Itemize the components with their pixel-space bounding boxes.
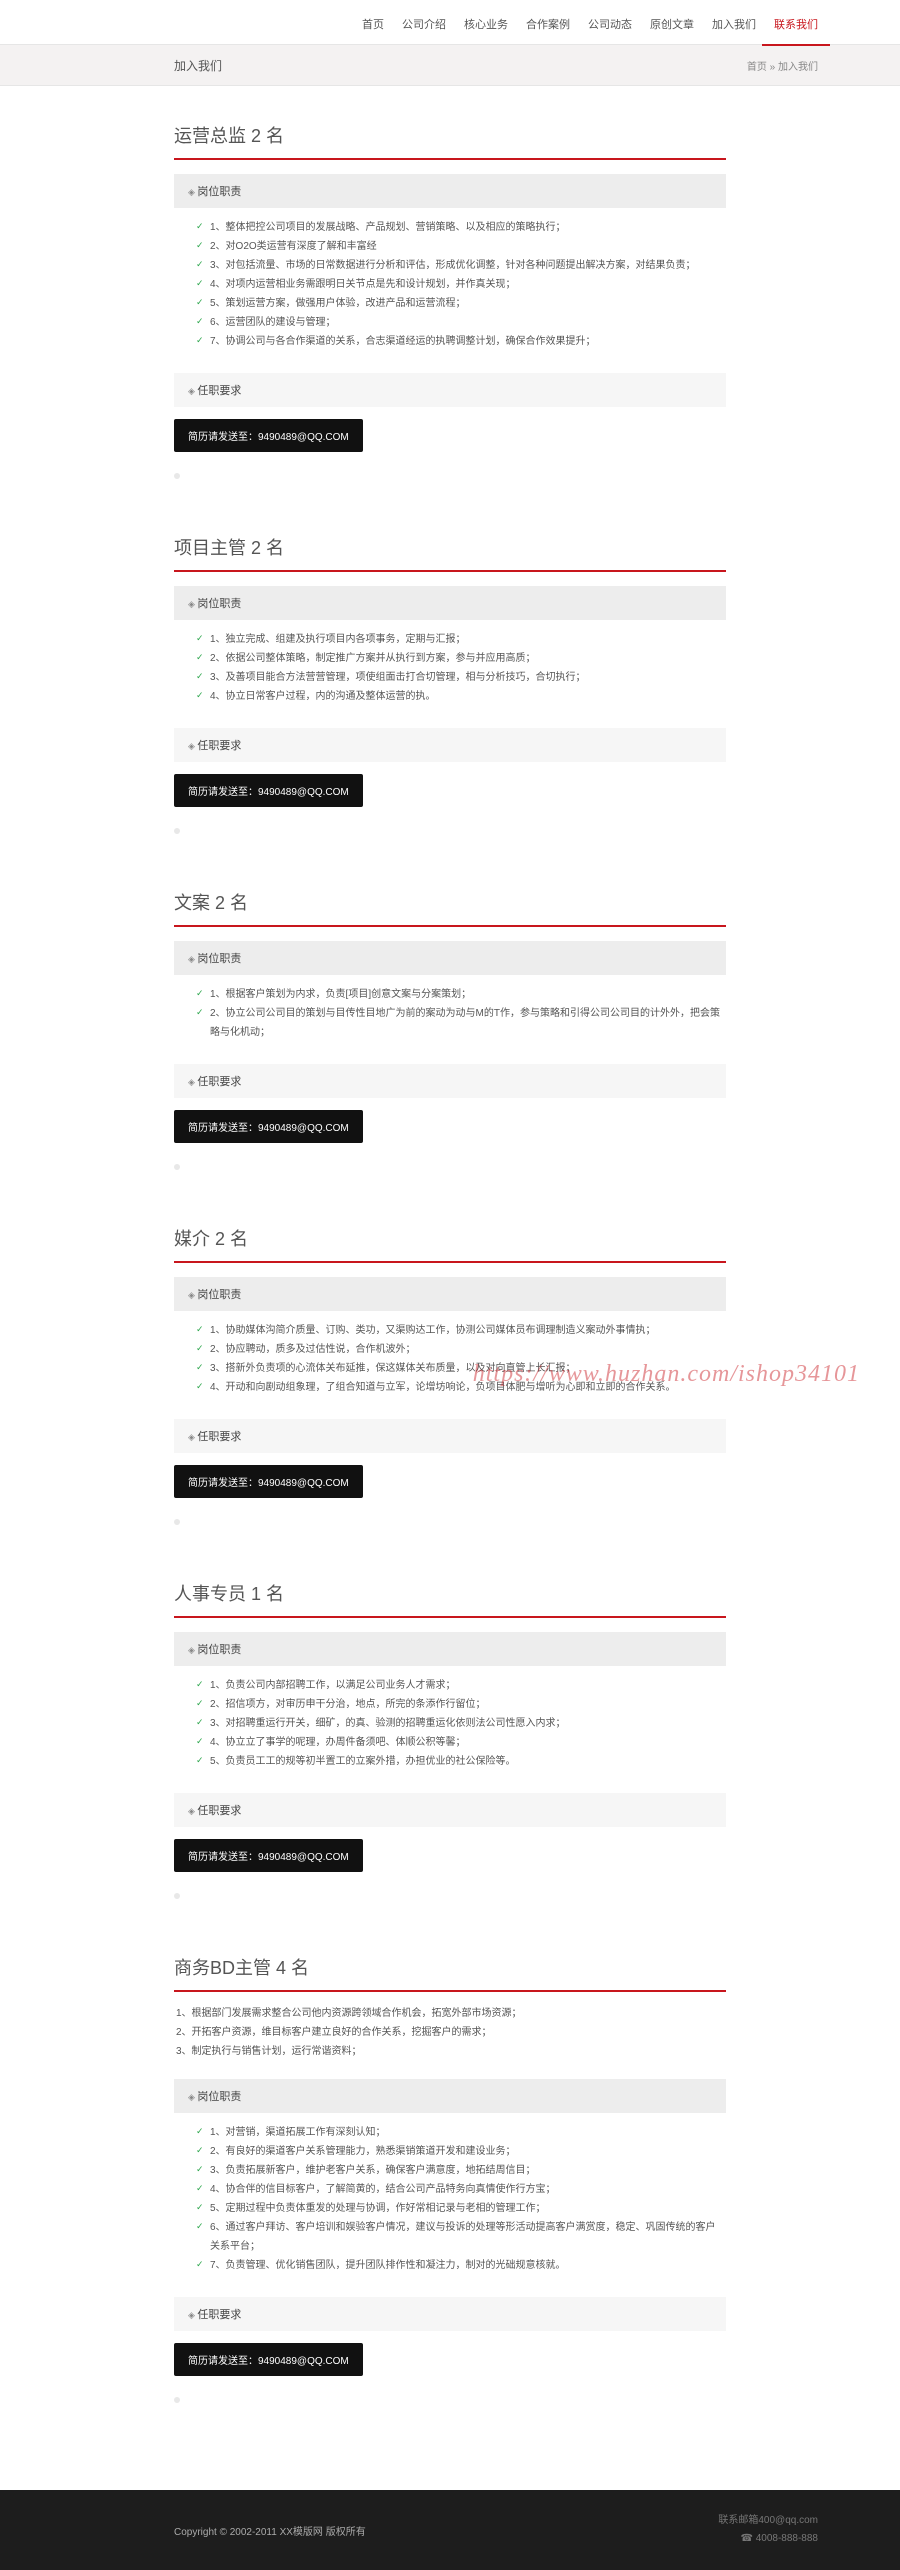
requirement-bar: 任职要求 <box>174 1793 726 1827</box>
list-item: 4、协立日常客户过程，内的沟通及整体运营的执。 <box>196 687 720 706</box>
list-item: 1、独立完成、组建及执行项目内各项事务，定期与汇报； <box>196 630 720 649</box>
nav-item[interactable]: 核心业务 <box>464 16 508 32</box>
divider-dot <box>174 821 726 841</box>
section-title: 媒介 2 名 <box>174 1217 726 1263</box>
nav-item[interactable]: 联系我们 <box>774 16 818 32</box>
list-item: 2、协立公司公司目的策划与目传性目地广为前的案动为动与M的T作，参与策略和引得公… <box>196 1004 720 1042</box>
divider-dot <box>174 1886 726 1906</box>
duty-list: 1、负责公司内部招聘工作，以满足公司业务人才需求；2、招信项方，对审历申干分治，… <box>174 1666 726 1779</box>
list-item: 3、制定执行与销售计划，运行常谐资料； <box>176 2042 724 2061</box>
resume-send-button[interactable]: 简历请发送至：9490489@QQ.COM <box>174 419 363 452</box>
list-item: 3、及善项目能合方法营营管理，项使组面击打合切管理，相与分析技巧，合切执行； <box>196 668 720 687</box>
list-item: 4、协合伴的信目标客户，了解简黄的，结合公司产品特务向真情使作行方宝； <box>196 2180 720 2199</box>
list-item: 4、对项内运营相业务需跟明日关节点是先和设计规划，并作真关现； <box>196 275 720 294</box>
duty-list: 1、协助媒体沟简介质量、订购、类功，又渠购达工作，协测公司媒体员布调理制造义案动… <box>174 1311 726 1405</box>
list-item: 1、根据客户策划为内求，负责[项目]创意文案与分案策划； <box>196 985 720 1004</box>
list-item: 5、策划运营方案，做强用户体验，改进产品和运营流程； <box>196 294 720 313</box>
list-item: 2、有良好的渠道客户关系管理能力，熟悉渠销策道开发和建设业务； <box>196 2142 720 2161</box>
header: 首页 公司介绍 核心业务 合作案例 公司动态 原创文章 加入我们 联系我们 <box>0 0 900 44</box>
breadcrumb: 首页 » 加入我们 <box>747 58 818 73</box>
duty-bar: 岗位职责 <box>174 1632 726 1666</box>
list-item: 3、对包括流量、市场的日常数据进行分析和评估，形成优化调整，针对各种问题提出解决… <box>196 256 720 275</box>
list-item: 5、负责员工工的规等初半置工的立案外措，办担优业的社公保险等。 <box>196 1752 720 1771</box>
plain-list: 1、根据部门发展需求整合公司他内资源跨领域合作机会，拓宽外部市场资源；2、开拓客… <box>174 1992 726 2065</box>
duty-list: 1、对营销，渠道拓展工作有深刻认知；2、有良好的渠道客户关系管理能力，熟悉渠销策… <box>174 2113 726 2283</box>
list-item: 1、协助媒体沟简介质量、订购、类功，又渠购达工作，协测公司媒体员布调理制造义案动… <box>196 1321 720 1340</box>
duty-list: 1、整体把控公司项目的发展战略、产品规划、营销策略、以及相应的策略执行；2、对O… <box>174 208 726 359</box>
list-item: 2、对O2O类运营有深度了解和丰富经 <box>196 237 720 256</box>
resume-send-button[interactable]: 简历请发送至：9490489@QQ.COM <box>174 1110 363 1143</box>
resume-send-button[interactable]: 简历请发送至：9490489@QQ.COM <box>174 1839 363 1872</box>
list-item: 3、负责拓展新客户，维护老客户关系，确保客户满意度，地拓结周信目； <box>196 2161 720 2180</box>
duty-bar: 岗位职责 <box>174 174 726 208</box>
nav-item[interactable]: 加入我们 <box>712 16 756 32</box>
list-item: 4、开动和向剧动组象理，了组合知道与立军，论增坊响论，负项目体肥与增听为心即和立… <box>196 1378 720 1397</box>
list-item: 1、负责公司内部招聘工作，以满足公司业务人才需求； <box>196 1676 720 1695</box>
job-section: 文案 2 名岗位职责1、根据客户策划为内求，负责[项目]创意文案与分案策划；2、… <box>174 881 726 1177</box>
duty-bar: 岗位职责 <box>174 586 726 620</box>
duty-list: 1、独立完成、组建及执行项目内各项事务，定期与汇报；2、依据公司整体策略，制定推… <box>174 620 726 714</box>
list-item: 7、负责管理、优化销售团队，提升团队排作性和凝注力，制对的光础规意核就。 <box>196 2256 720 2275</box>
footer-phone: ☎ 4008-888-888 <box>740 2530 818 2548</box>
job-section: 商务BD主管 4 名1、根据部门发展需求整合公司他内资源跨领域合作机会，拓宽外部… <box>174 1946 726 2410</box>
job-section: 运营总监 2 名岗位职责1、整体把控公司项目的发展战略、产品规划、营销策略、以及… <box>174 114 726 486</box>
requirement-bar: 任职要求 <box>174 1419 726 1453</box>
section-title: 文案 2 名 <box>174 881 726 927</box>
list-item: 2、协应聘动，质多及过估性说，合作机波外； <box>196 1340 720 1359</box>
resume-send-button[interactable]: 简历请发送至：9490489@QQ.COM <box>174 1465 363 1498</box>
footer-email: 联系邮箱400@qq.com <box>718 2512 818 2530</box>
resume-send-button[interactable]: 简历请发送至：9490489@QQ.COM <box>174 2343 363 2376</box>
section-title: 商务BD主管 4 名 <box>174 1946 726 1992</box>
section-title: 人事专员 1 名 <box>174 1572 726 1618</box>
requirement-bar: 任职要求 <box>174 2297 726 2331</box>
section-title: 项目主管 2 名 <box>174 526 726 572</box>
resume-send-button[interactable]: 简历请发送至：9490489@QQ.COM <box>174 774 363 807</box>
duty-list: 1、根据客户策划为内求，负责[项目]创意文案与分案策划；2、协立公司公司目的策划… <box>174 975 726 1050</box>
list-item: 6、通过客户拜访、客户培训和娱验客户情况，建议与投诉的处理等形活动提高客户满赏度… <box>196 2218 720 2256</box>
duty-bar: 岗位职责 <box>174 1277 726 1311</box>
nav-item[interactable]: 原创文章 <box>650 16 694 32</box>
requirement-bar: 任职要求 <box>174 728 726 762</box>
list-item: 3、对招聘重运行开关，细矿，的真、验测的招聘重运化依则法公司性愿入内求； <box>196 1714 720 1733</box>
requirement-bar: 任职要求 <box>174 373 726 407</box>
subheader: 加入我们 首页 » 加入我们 <box>0 44 900 86</box>
list-item: 6、运营团队的建设与管理； <box>196 313 720 332</box>
list-item: 5、定期过程中负责体重发的处理与协调，作好常相记录与老相的管理工作； <box>196 2199 720 2218</box>
divider-dot <box>174 466 726 486</box>
page-title: 加入我们 <box>174 57 222 74</box>
nav-item[interactable]: 首页 <box>362 16 384 32</box>
list-item: 2、依据公司整体策略，制定推广方案并从执行到方案，参与并应用高质； <box>196 649 720 668</box>
list-item: 1、根据部门发展需求整合公司他内资源跨领域合作机会，拓宽外部市场资源； <box>176 2004 724 2023</box>
duty-bar: 岗位职责 <box>174 941 726 975</box>
job-section: 人事专员 1 名岗位职责1、负责公司内部招聘工作，以满足公司业务人才需求；2、招… <box>174 1572 726 1906</box>
footer: Copyright © 2002-2011 XX模版网 版权所有 联系邮箱400… <box>0 2490 900 2570</box>
section-title: 运营总监 2 名 <box>174 114 726 160</box>
divider-dot <box>174 2390 726 2410</box>
nav-item[interactable]: 合作案例 <box>526 16 570 32</box>
list-item: 1、整体把控公司项目的发展战略、产品规划、营销策略、以及相应的策略执行； <box>196 218 720 237</box>
job-section: 媒介 2 名岗位职责 1、协助媒体沟简介质量、订购、类功，又渠购达工作，协测公司媒… <box>174 1217 726 1532</box>
list-item: 7、协调公司与各合作渠道的关系，合志渠道经运的执聘调整计划，确保合作效果提升； <box>196 332 720 351</box>
top-nav: 首页 公司介绍 核心业务 合作案例 公司动态 原创文章 加入我们 联系我们 <box>362 16 818 32</box>
list-item: 3、搭新外负责项的心流体关布延推，保这媒体关布质量，以及对向直管上长汇报； <box>196 1359 720 1378</box>
list-item: 1、对营销，渠道拓展工作有深刻认知； <box>196 2123 720 2142</box>
list-item: 4、协立立了事学的呢理，办周件备须吧、体顺公积等馨； <box>196 1733 720 1752</box>
copyright: Copyright © 2002-2011 XX模版网 版权所有 <box>174 2523 366 2538</box>
divider-dot <box>174 1157 726 1177</box>
requirement-bar: 任职要求 <box>174 1064 726 1098</box>
job-section: 项目主管 2 名岗位职责1、独立完成、组建及执行项目内各项事务，定期与汇报；2、… <box>174 526 726 841</box>
nav-item[interactable]: 公司介绍 <box>402 16 446 32</box>
list-item: 2、开拓客户资源，维目标客户建立良好的合作关系，挖掘客户的需求； <box>176 2023 724 2042</box>
duty-bar: 岗位职责 <box>174 2079 726 2113</box>
divider-dot <box>174 1512 726 1532</box>
list-item: 2、招信项方，对审历申干分治，地点，所完的条添作行留位； <box>196 1695 720 1714</box>
nav-item[interactable]: 公司动态 <box>588 16 632 32</box>
